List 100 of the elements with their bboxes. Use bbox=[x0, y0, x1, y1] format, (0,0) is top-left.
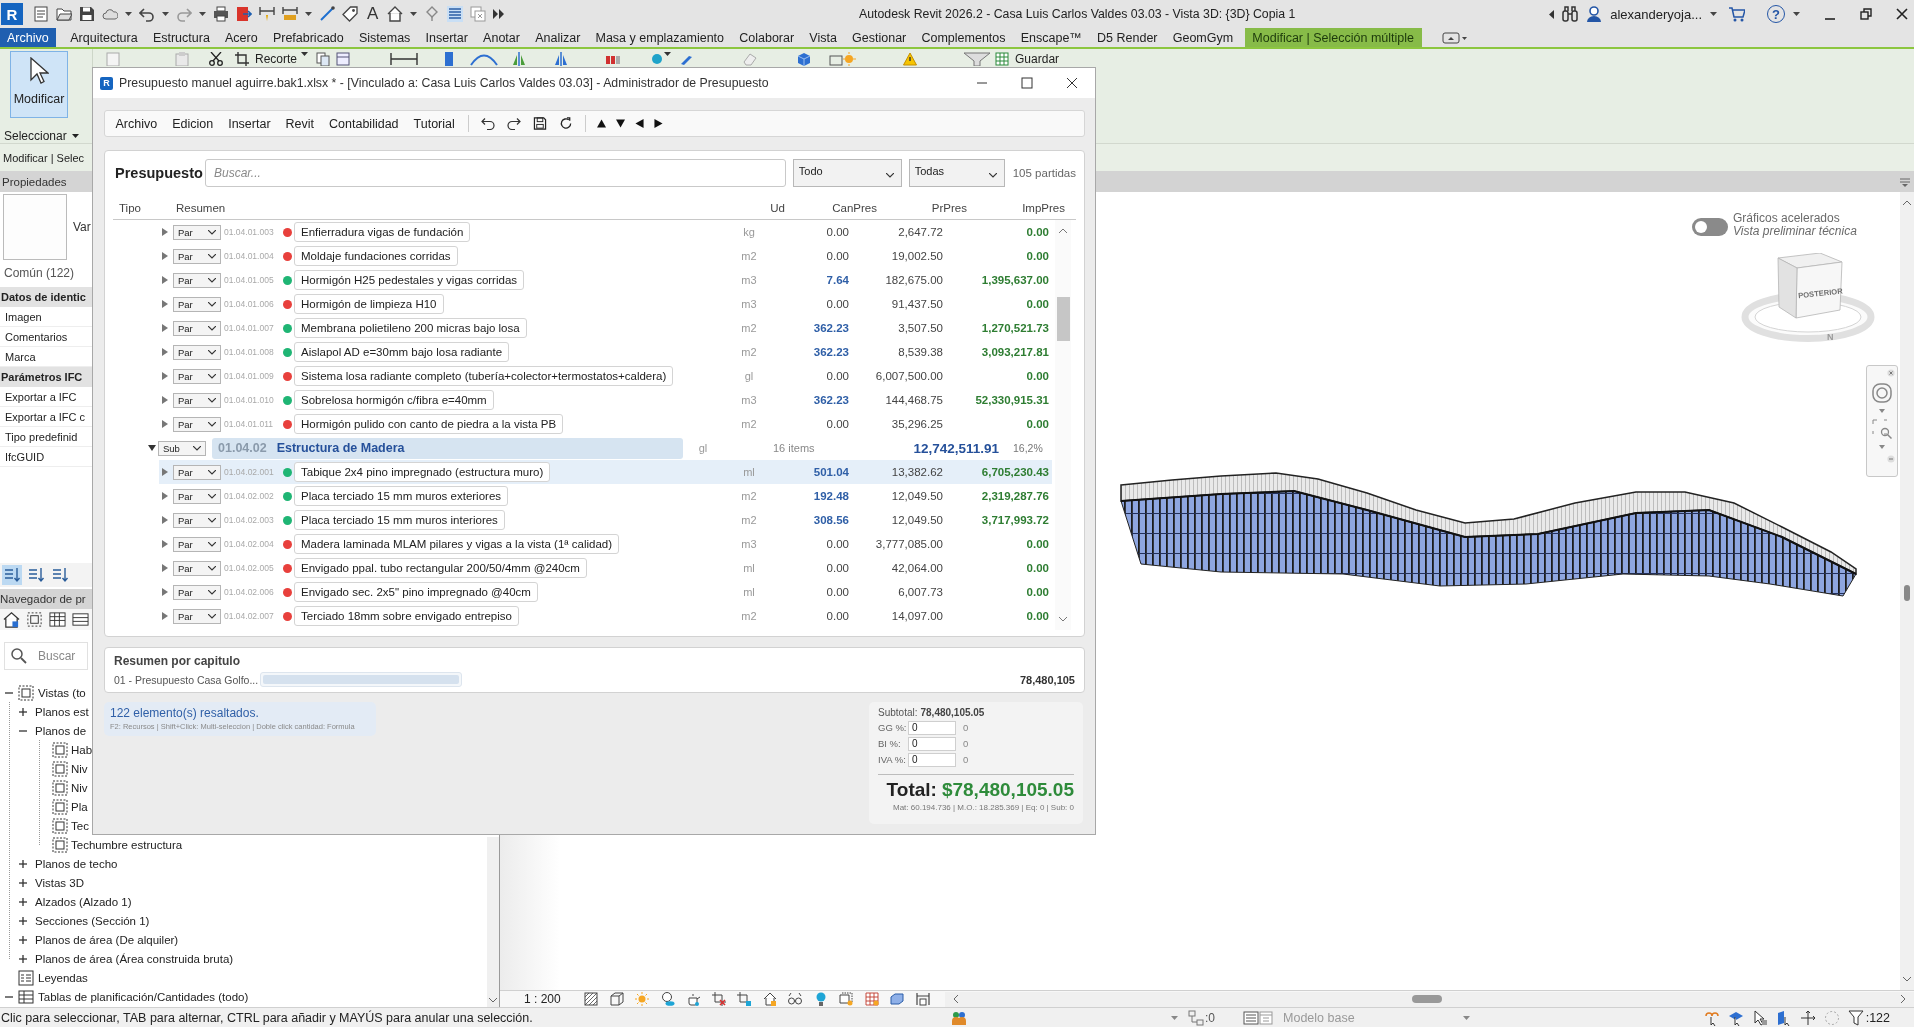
ribbon-tab[interactable]: Anotar bbox=[475, 28, 528, 47]
sort-icon[interactable] bbox=[2, 565, 22, 585]
menu-item[interactable]: Edicion bbox=[164, 116, 221, 131]
nodes-icon[interactable] bbox=[1188, 1009, 1204, 1026]
caret-icon[interactable] bbox=[410, 12, 418, 16]
chevron-down-icon[interactable] bbox=[1059, 617, 1067, 622]
type-dropdown[interactable]: Par bbox=[173, 608, 221, 624]
chevron-up-icon[interactable] bbox=[1059, 228, 1067, 233]
panel-toggle-icon[interactable] bbox=[1441, 32, 1468, 44]
chevron-up-icon[interactable] bbox=[1903, 200, 1911, 205]
ribbon-tab[interactable]: Colaborar bbox=[731, 28, 802, 47]
chevron-left-icon[interactable] bbox=[953, 995, 958, 1003]
list-icon[interactable] bbox=[447, 6, 464, 22]
ribbon-tab[interactable]: Modificar | Selección múltiple bbox=[1244, 28, 1422, 47]
scrollbar-thumb[interactable] bbox=[1412, 995, 1442, 1003]
quantity-cell[interactable]: 308.56 bbox=[768, 514, 849, 526]
house-icon[interactable] bbox=[387, 6, 404, 22]
column-header[interactable]: ImpPres bbox=[967, 201, 1065, 214]
type-dropdown[interactable]: Par bbox=[173, 296, 221, 312]
quantity-cell[interactable]: 0.00 bbox=[768, 538, 849, 550]
quantity-cell[interactable]: 192.48 bbox=[768, 490, 849, 502]
chevron-right-icon[interactable] bbox=[1901, 995, 1906, 1003]
triangle-down-icon[interactable] bbox=[616, 119, 626, 128]
tree-item[interactable]: Planos de techo bbox=[35, 857, 118, 870]
tree-item[interactable]: Planos de área (De alquiler) bbox=[35, 933, 179, 946]
ribbon-tab[interactable]: Vista bbox=[801, 28, 845, 47]
ribbon-tab[interactable]: Sistemas bbox=[351, 28, 418, 47]
type-dropdown[interactable]: Par bbox=[173, 392, 221, 408]
ribbon-tab[interactable]: Insertar bbox=[417, 28, 476, 47]
mirror-icon[interactable] bbox=[554, 52, 569, 66]
tree-item[interactable]: Secciones (Sección 1) bbox=[35, 914, 150, 927]
funnel-icon[interactable] bbox=[1847, 1009, 1864, 1026]
description-cell[interactable]: Membrana polietileno 200 micras bajo losa bbox=[294, 318, 527, 338]
frame-icon[interactable] bbox=[915, 992, 930, 1006]
caret-icon[interactable] bbox=[664, 52, 672, 56]
triangle-right-icon[interactable] bbox=[654, 119, 664, 128]
user-icon[interactable] bbox=[1586, 6, 1603, 22]
type-selector[interactable]: Var bbox=[73, 220, 91, 234]
binoculars-icon[interactable] bbox=[1562, 6, 1579, 22]
type-dropdown[interactable]: Sub bbox=[158, 440, 206, 456]
chevron-down-icon[interactable] bbox=[1903, 977, 1911, 982]
cursor-layers-icon[interactable] bbox=[1727, 1009, 1744, 1026]
document-icon[interactable] bbox=[33, 6, 49, 22]
quantity-cell[interactable]: 0.00 bbox=[768, 586, 849, 598]
expander-icon[interactable] bbox=[18, 877, 28, 888]
browser-search-field[interactable]: Buscar bbox=[4, 642, 88, 670]
type-dropdown[interactable]: Par bbox=[173, 584, 221, 600]
scissors-icon[interactable] bbox=[209, 52, 223, 66]
ribbon-tab[interactable]: Estructura bbox=[145, 28, 218, 47]
ribbon-tab[interactable]: Enscape™ bbox=[1013, 28, 1090, 47]
scrollbar[interactable] bbox=[487, 837, 499, 1007]
ring-icon[interactable] bbox=[1872, 383, 1892, 403]
quantity-cell[interactable]: 0.00 bbox=[768, 298, 849, 310]
cloud-icon[interactable] bbox=[102, 6, 118, 22]
description-cell[interactable]: Envigado ppal. tubo rectangular 200/50/4mm @240cm bbox=[294, 558, 587, 578]
document-arrow-icon[interactable] bbox=[236, 6, 252, 22]
expander-icon[interactable] bbox=[148, 445, 156, 451]
copy-icon[interactable] bbox=[316, 52, 331, 66]
mirror-icon[interactable] bbox=[512, 52, 527, 66]
type-dropdown[interactable]: Par bbox=[173, 464, 221, 480]
expander-icon[interactable] bbox=[18, 915, 28, 926]
filter-dropdown[interactable]: Todas bbox=[908, 159, 1005, 187]
table-icon[interactable] bbox=[49, 611, 66, 628]
caret-icon[interactable] bbox=[1793, 12, 1800, 16]
budget-row[interactable]: Par 01.04.02.001 Tabique 2x4 pino impregnado (estructura muro) ml 501.04 13,382.62 6,705,230.43 bbox=[159, 460, 1052, 484]
tree-item[interactable]: Tablas de planificación/Cantidades (todo) bbox=[38, 990, 249, 1003]
tree-item[interactable]: Vistas (to bbox=[38, 686, 86, 699]
dropdown-list-icon[interactable] bbox=[1900, 176, 1910, 187]
text-tool-button[interactable]: A bbox=[365, 5, 381, 23]
description-cell[interactable]: Enfierradura vigas de fundación bbox=[294, 222, 471, 242]
chevron-down-icon[interactable] bbox=[489, 998, 497, 1003]
cart-icon[interactable] bbox=[1729, 6, 1745, 22]
description-cell[interactable]: Tabique 2x4 pino impregnado (estructura muro) bbox=[294, 462, 551, 482]
tree-item[interactable]: Pla bbox=[71, 800, 88, 813]
quantity-cell[interactable]: 0.00 bbox=[768, 610, 849, 622]
house-icon[interactable] bbox=[3, 611, 20, 628]
dot-icon[interactable] bbox=[650, 52, 665, 66]
quantity-cell[interactable]: 0.00 bbox=[768, 250, 849, 262]
rate-input[interactable]: 0 bbox=[908, 752, 956, 767]
glasses-icon[interactable] bbox=[788, 992, 802, 1006]
save-icon[interactable] bbox=[79, 6, 95, 22]
menu-item[interactable]: Contabilidad bbox=[321, 116, 407, 131]
caret-icon[interactable] bbox=[199, 12, 206, 16]
type-dropdown[interactable]: Par bbox=[173, 320, 221, 336]
quantity-cell[interactable]: 362.23 bbox=[768, 322, 849, 334]
triangle-left-icon[interactable] bbox=[635, 119, 645, 128]
list-icon[interactable] bbox=[1243, 1009, 1259, 1026]
quantity-cell[interactable]: 0.00 bbox=[768, 370, 849, 382]
house-icon[interactable] bbox=[762, 992, 777, 1006]
menu-item[interactable]: Revit bbox=[278, 116, 322, 131]
tree-item[interactable]: Hab bbox=[71, 743, 93, 756]
quantity-cell[interactable]: 501.04 bbox=[768, 466, 849, 478]
dotted-circle-icon[interactable] bbox=[1823, 1009, 1840, 1026]
caret-icon[interactable] bbox=[125, 12, 132, 16]
description-cell[interactable]: Placa terciado 15 mm muros exteriores bbox=[294, 486, 509, 506]
close-icon[interactable] bbox=[1066, 77, 1078, 89]
people-icon[interactable] bbox=[951, 1009, 967, 1026]
dashed-frame-icon[interactable] bbox=[839, 992, 853, 1006]
caret-icon[interactable] bbox=[305, 12, 312, 16]
description-cell[interactable]: Placa terciado 15 mm muros interiores bbox=[294, 510, 505, 530]
